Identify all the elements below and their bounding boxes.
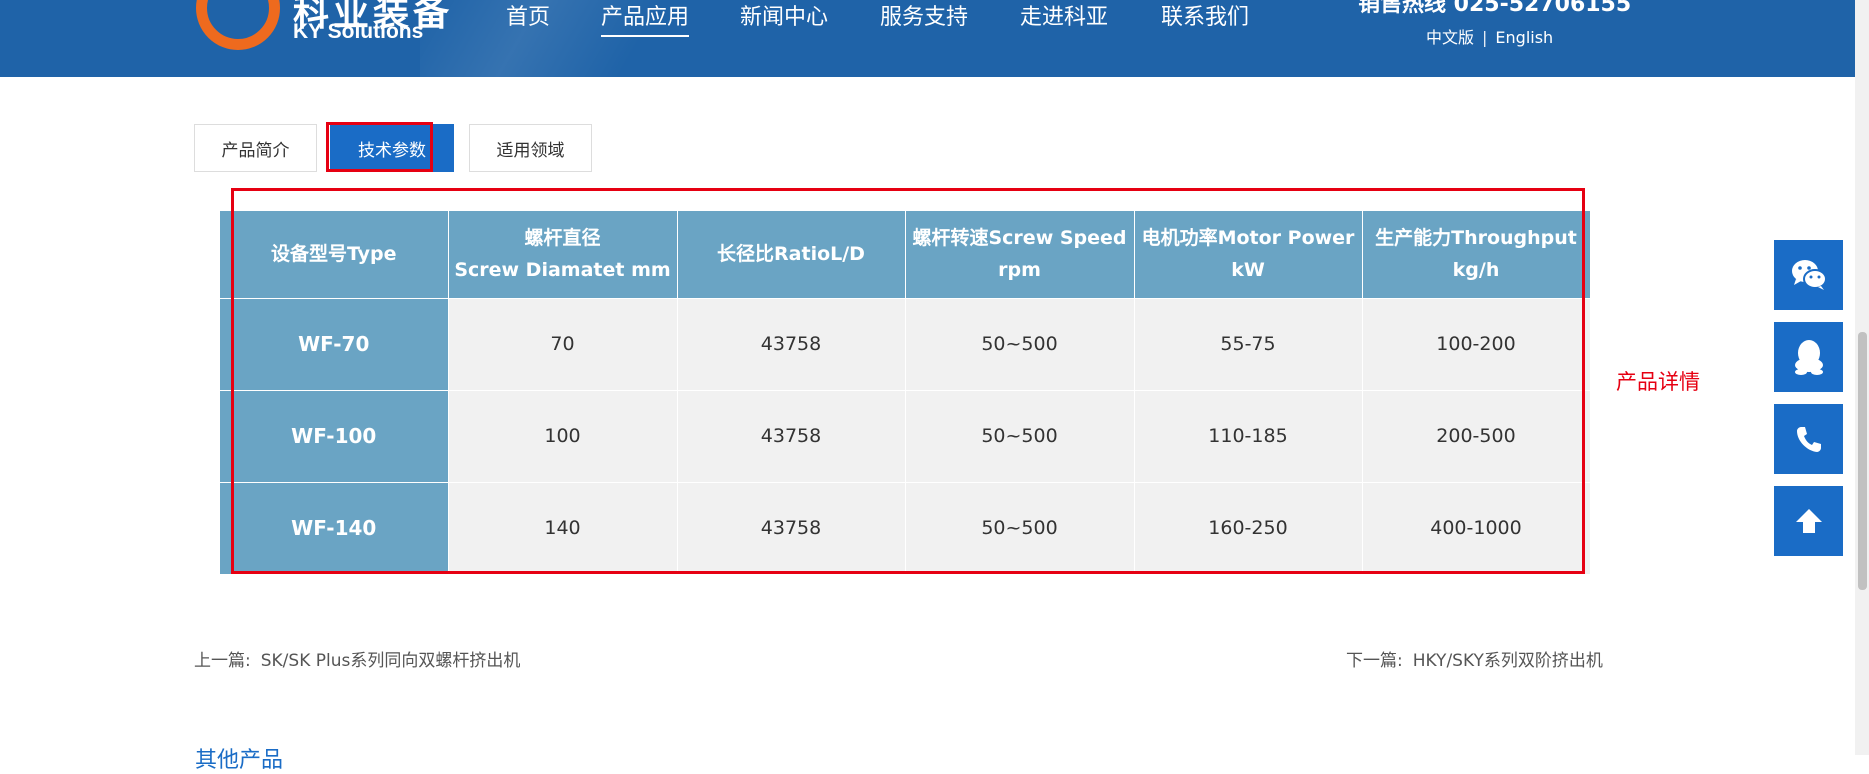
- back-to-top-button[interactable]: [1774, 486, 1843, 556]
- language-switch: 中文版 | English: [1426, 24, 1553, 48]
- sales-hotline: 销售热线 025-52706155: [1358, 0, 1632, 17]
- nav-service[interactable]: 服务支持: [880, 0, 968, 31]
- qq-icon: [1794, 340, 1823, 375]
- wechat-button[interactable]: [1774, 240, 1843, 310]
- phone-button[interactable]: [1774, 404, 1843, 474]
- table-highlight-box: [231, 188, 1585, 574]
- phone-icon: [1796, 427, 1821, 452]
- next-title[interactable]: HKY/SKY系列双阶挤出机: [1413, 651, 1603, 671]
- nav-home[interactable]: 首页: [506, 0, 550, 31]
- logo-icon[interactable]: [196, 0, 280, 50]
- page-scrollbar[interactable]: [1855, 0, 1869, 755]
- prev-article-link[interactable]: 上一篇: SK/SK Plus系列同向双螺杆挤出机: [194, 646, 520, 671]
- scrollbar-thumb[interactable]: [1858, 332, 1867, 590]
- prev-label: 上一篇:: [194, 651, 251, 671]
- back-to-top-icon: [1795, 509, 1822, 533]
- lang-en-link[interactable]: English: [1495, 28, 1553, 47]
- annotation-label: 产品详情: [1616, 370, 1700, 394]
- site-header: 科业装备 KY Solutions 首页 产品应用 新闻中心 服务支持 走进科亚…: [0, 0, 1855, 77]
- qq-button[interactable]: [1774, 322, 1843, 392]
- logo-text-en[interactable]: KY Solutions: [293, 20, 423, 44]
- tab-applications[interactable]: 适用领域: [469, 124, 592, 172]
- nav-contact[interactable]: 联系我们: [1161, 0, 1249, 31]
- nav-news[interactable]: 新闻中心: [740, 0, 828, 31]
- next-article-link[interactable]: 下一篇: HKY/SKY系列双阶挤出机: [1346, 646, 1603, 671]
- lang-cn-link[interactable]: 中文版: [1426, 28, 1474, 47]
- nav-products[interactable]: 产品应用: [601, 0, 690, 37]
- nav-about[interactable]: 走进科亚: [1020, 0, 1108, 31]
- next-label: 下一篇:: [1346, 651, 1403, 671]
- other-products-heading: 其他产品: [195, 748, 284, 773]
- tab-intro[interactable]: 产品简介: [194, 124, 317, 172]
- prev-title[interactable]: SK/SK Plus系列同向双螺杆挤出机: [261, 651, 521, 671]
- lang-separator: |: [1482, 28, 1488, 47]
- wechat-icon: [1791, 260, 1827, 290]
- tab-highlight-box: [326, 122, 433, 172]
